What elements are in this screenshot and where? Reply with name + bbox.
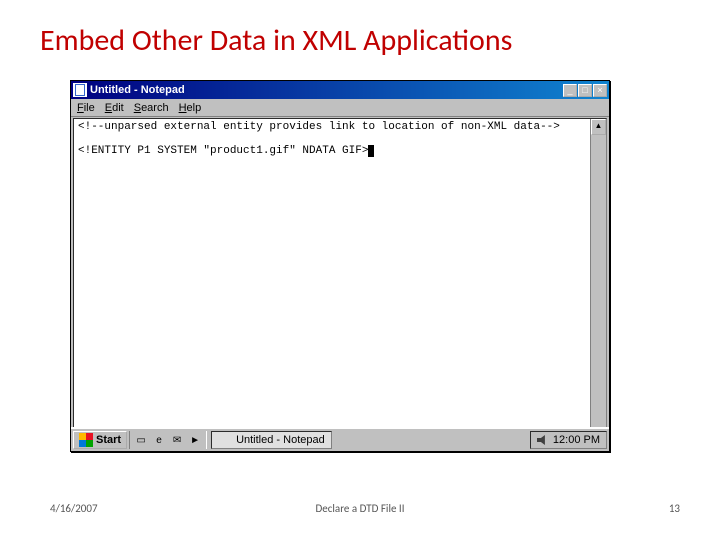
menubar: File Edit Search Help: [71, 99, 609, 117]
slide-title: Embed Other Data in XML Applications: [40, 22, 512, 59]
footer-page-number: 13: [669, 502, 680, 515]
notepad-app-icon: [73, 83, 87, 97]
minimize-button[interactable]: _: [563, 84, 577, 97]
quicklaunch-player-icon[interactable]: ►: [186, 431, 204, 449]
footer-center: Declare a DTD File II: [316, 502, 405, 515]
vertical-scrollbar[interactable]: ▲ ▼: [590, 119, 606, 448]
menu-edit[interactable]: Edit: [105, 102, 124, 114]
editor-area: <!--unparsed external entity provides li…: [73, 118, 607, 449]
slide-footer: 4/16/2007 Declare a DTD File II 13: [0, 502, 720, 520]
windows-logo-icon: [79, 433, 93, 447]
menu-help[interactable]: Help: [179, 102, 202, 114]
notepad-task-icon: [218, 433, 232, 447]
quicklaunch-ie-icon[interactable]: e: [150, 431, 168, 449]
window-title: Untitled - Notepad: [90, 84, 563, 96]
quicklaunch: ▭ e ✉ ►: [129, 431, 207, 449]
editor-line-1: <!--unparsed external entity provides li…: [78, 121, 586, 133]
speaker-icon[interactable]: [537, 435, 547, 445]
start-button[interactable]: Start: [73, 431, 127, 449]
footer-date: 4/16/2007: [50, 502, 98, 515]
editor-text[interactable]: <!--unparsed external entity provides li…: [74, 119, 590, 448]
quicklaunch-oe-icon[interactable]: ✉: [168, 431, 186, 449]
close-button[interactable]: ×: [593, 84, 607, 97]
scroll-up-button[interactable]: ▲: [591, 119, 606, 135]
notepad-window: Untitled - Notepad _ □ × File Edit Searc…: [70, 80, 610, 452]
editor-line-blank: [78, 133, 586, 145]
text-caret: [368, 145, 374, 157]
start-label: Start: [96, 434, 121, 446]
taskbar-app-notepad[interactable]: Untitled - Notepad: [211, 431, 332, 449]
taskbar: Start ▭ e ✉ ► Untitled - Notepad 12:00 P…: [71, 427, 609, 451]
clock: 12:00 PM: [553, 434, 600, 446]
quicklaunch-desktop-icon[interactable]: ▭: [132, 431, 150, 449]
taskbar-app-label: Untitled - Notepad: [236, 434, 325, 446]
menu-search[interactable]: Search: [134, 102, 169, 114]
window-controls: _ □ ×: [563, 84, 607, 97]
maximize-button[interactable]: □: [578, 84, 592, 97]
menu-file[interactable]: File: [77, 102, 95, 114]
system-tray[interactable]: 12:00 PM: [530, 431, 607, 449]
editor-line-2: <!ENTITY P1 SYSTEM "product1.gif" NDATA …: [78, 145, 586, 157]
titlebar[interactable]: Untitled - Notepad _ □ ×: [71, 81, 609, 99]
